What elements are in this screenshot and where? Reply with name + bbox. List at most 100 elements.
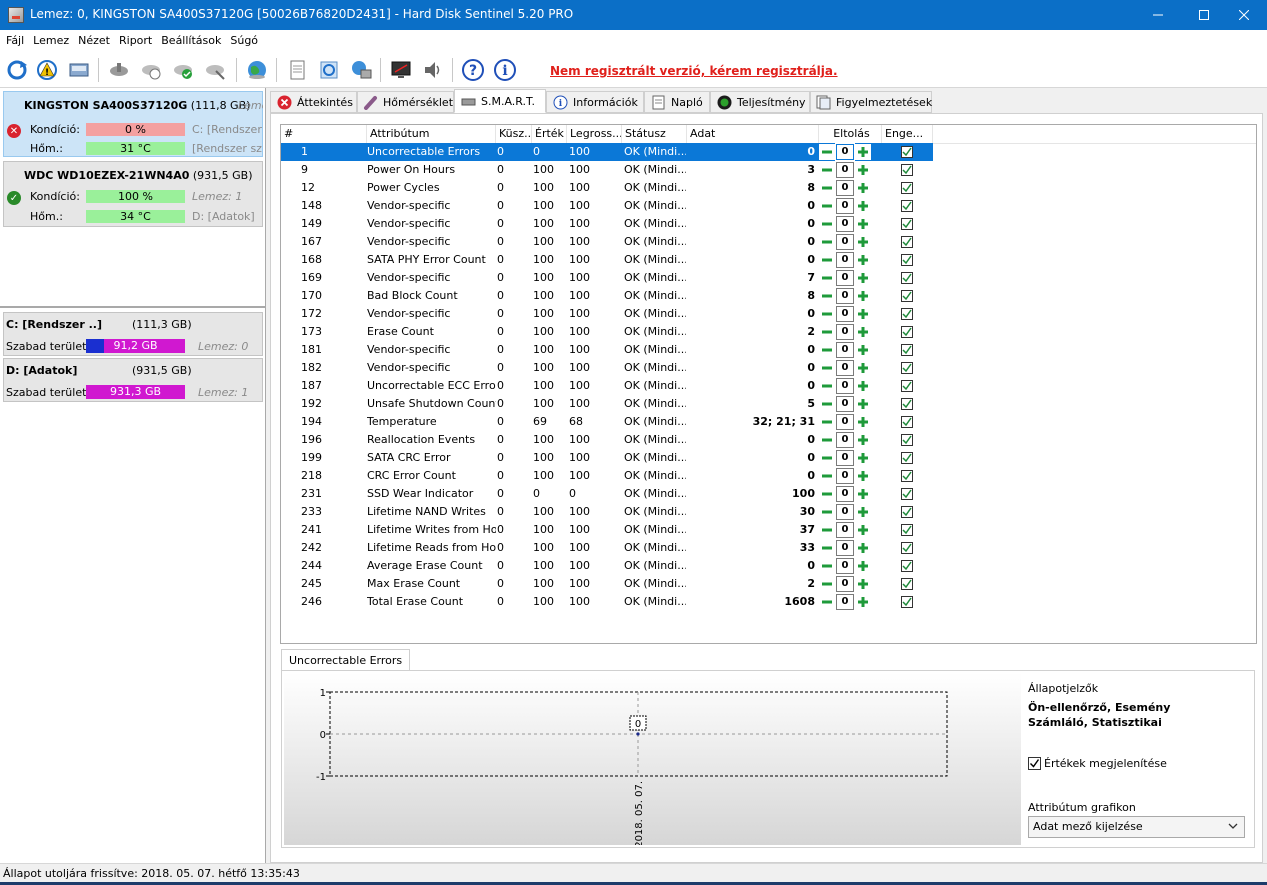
col-attribute[interactable]: Attribútum: [367, 125, 496, 144]
plus-icon[interactable]: [855, 198, 871, 214]
plus-icon[interactable]: [855, 144, 871, 160]
disk-icon[interactable]: [66, 57, 92, 83]
table-row[interactable]: 149 Vendor-specific 0 100 100 OK (Mindi... 0 0: [281, 215, 933, 233]
table-row[interactable]: 168 SATA PHY Error Count 0 100 100 OK (Mindi.…: [281, 251, 933, 269]
menu-view[interactable]: Nézet: [76, 30, 117, 52]
offset-value[interactable]: 0: [836, 252, 854, 268]
help-icon[interactable]: ?: [460, 57, 486, 83]
table-row[interactable]: 194 Temperature 0 69 68 OK (Mindi... 32; 21; 3…: [281, 413, 933, 431]
volume-card-d[interactable]: D: [Adatok] (931,5 GB) Szabad terület 93…: [3, 358, 263, 402]
warning-refresh-icon[interactable]: !: [34, 57, 60, 83]
offset-stepper[interactable]: 0: [819, 450, 871, 466]
disk-check-icon[interactable]: [138, 57, 164, 83]
menu-report[interactable]: Riport: [117, 30, 159, 52]
table-row[interactable]: 187 Uncorrectable ECC Errors 0 100 100 OK (Mi…: [281, 377, 933, 395]
col-offset[interactable]: Eltolás: [819, 125, 882, 144]
offset-stepper[interactable]: 0: [819, 234, 871, 250]
minus-icon[interactable]: [819, 432, 835, 448]
disk-card-1[interactable]: WDC WD10EZEX-21WN4A0 (931,5 GB) ✓ Kondíc…: [3, 161, 263, 227]
offset-stepper[interactable]: 0: [819, 432, 871, 448]
minus-icon[interactable]: [819, 540, 835, 556]
plus-icon[interactable]: [855, 504, 871, 520]
plus-icon[interactable]: [855, 270, 871, 286]
offset-value[interactable]: 0: [836, 180, 854, 196]
minus-icon[interactable]: [819, 162, 835, 178]
plus-icon[interactable]: [855, 414, 871, 430]
plus-icon[interactable]: [855, 162, 871, 178]
enabled-checkbox[interactable]: [901, 524, 913, 536]
offset-stepper[interactable]: 0: [819, 198, 871, 214]
enabled-checkbox[interactable]: [901, 506, 913, 518]
menu-disk[interactable]: Lemez: [31, 30, 76, 52]
enabled-checkbox[interactable]: [901, 146, 913, 158]
table-row[interactable]: 245 Max Erase Count 0 100 100 OK (Mindi... 2 0: [281, 575, 933, 593]
globe-icon[interactable]: [244, 57, 270, 83]
offset-stepper[interactable]: 0: [819, 270, 871, 286]
table-row[interactable]: 169 Vendor-specific 0 100 100 OK (Mindi... 7 0: [281, 269, 933, 287]
plus-icon[interactable]: [855, 306, 871, 322]
minus-icon[interactable]: [819, 522, 835, 538]
minus-icon[interactable]: [819, 216, 835, 232]
offset-value[interactable]: 0: [836, 486, 854, 502]
enabled-checkbox[interactable]: [901, 380, 913, 392]
plus-icon[interactable]: [855, 234, 871, 250]
menu-file[interactable]: Fájl: [4, 30, 31, 52]
table-row[interactable]: 241 Lifetime Writes from Ho... 0 100 100 OK (…: [281, 521, 933, 539]
minus-icon[interactable]: [819, 486, 835, 502]
plus-icon[interactable]: [855, 324, 871, 340]
enabled-checkbox[interactable]: [901, 218, 913, 230]
offset-value[interactable]: 0: [836, 522, 854, 538]
col-id[interactable]: #: [281, 125, 367, 144]
enabled-checkbox[interactable]: [901, 254, 913, 266]
offset-stepper[interactable]: 0: [819, 143, 871, 161]
offset-value[interactable]: 0: [836, 270, 854, 286]
col-threshold[interactable]: Küsz...: [496, 125, 532, 144]
register-link[interactable]: Nem regisztrált verzió, kérem regisztrál…: [550, 64, 838, 78]
enabled-checkbox[interactable]: [901, 470, 913, 482]
offset-stepper[interactable]: 0: [819, 396, 871, 412]
minus-icon[interactable]: [819, 504, 835, 520]
offset-value[interactable]: 0: [836, 342, 854, 358]
disk-ok-icon[interactable]: [170, 57, 196, 83]
offset-stepper[interactable]: 0: [819, 414, 871, 430]
col-enabled[interactable]: Enge...: [882, 125, 933, 144]
table-row[interactable]: 173 Erase Count 0 100 100 OK (Mindi... 2 0: [281, 323, 933, 341]
offset-value[interactable]: 0: [836, 576, 854, 592]
table-row[interactable]: 246 Total Erase Count 0 100 100 OK (Mindi... 1…: [281, 593, 933, 611]
left-divider[interactable]: [0, 306, 266, 308]
col-value[interactable]: Érték: [532, 125, 567, 144]
table-row[interactable]: 196 Reallocation Events 0 100 100 OK (Mindi..…: [281, 431, 933, 449]
minus-icon[interactable]: [819, 576, 835, 592]
enabled-checkbox[interactable]: [901, 596, 913, 608]
enabled-checkbox[interactable]: [901, 488, 913, 500]
offset-stepper[interactable]: 0: [819, 162, 871, 178]
minus-icon[interactable]: [819, 252, 835, 268]
tab-log[interactable]: Napló: [644, 91, 710, 113]
tab-alerts[interactable]: Figyelmeztetések: [810, 91, 932, 113]
menu-help[interactable]: Súgó: [228, 30, 265, 52]
table-row[interactable]: 233 Lifetime NAND Writes 0 100 100 OK (Mindi.…: [281, 503, 933, 521]
plus-icon[interactable]: [855, 342, 871, 358]
tab-overview[interactable]: Áttekintés: [270, 91, 357, 113]
minus-icon[interactable]: [819, 360, 835, 376]
table-row[interactable]: 182 Vendor-specific 0 100 100 OK (Mindi... 0 0: [281, 359, 933, 377]
enabled-checkbox[interactable]: [901, 344, 913, 356]
disk-card-0[interactable]: KINGSTON SA400S37120G (111,8 GB) Leme ✕ …: [3, 91, 263, 157]
offset-value[interactable]: 0: [836, 216, 854, 232]
minus-icon[interactable]: [819, 324, 835, 340]
plus-icon[interactable]: [855, 486, 871, 502]
plus-icon[interactable]: [855, 522, 871, 538]
offset-value[interactable]: 0: [836, 414, 854, 430]
offset-stepper[interactable]: 0: [819, 180, 871, 196]
plus-icon[interactable]: [855, 216, 871, 232]
offset-value[interactable]: 0: [836, 288, 854, 304]
offset-value[interactable]: 0: [836, 450, 854, 466]
enabled-checkbox[interactable]: [901, 416, 913, 428]
close-button[interactable]: [1221, 0, 1267, 30]
offset-stepper[interactable]: 0: [819, 540, 871, 556]
volume-card-c[interactable]: C: [Rendszer ..] (111,3 GB) Szabad terül…: [3, 312, 263, 356]
minus-icon[interactable]: [819, 468, 835, 484]
col-worst[interactable]: Legross...: [567, 125, 622, 144]
minus-icon[interactable]: [819, 306, 835, 322]
plus-icon[interactable]: [855, 360, 871, 376]
